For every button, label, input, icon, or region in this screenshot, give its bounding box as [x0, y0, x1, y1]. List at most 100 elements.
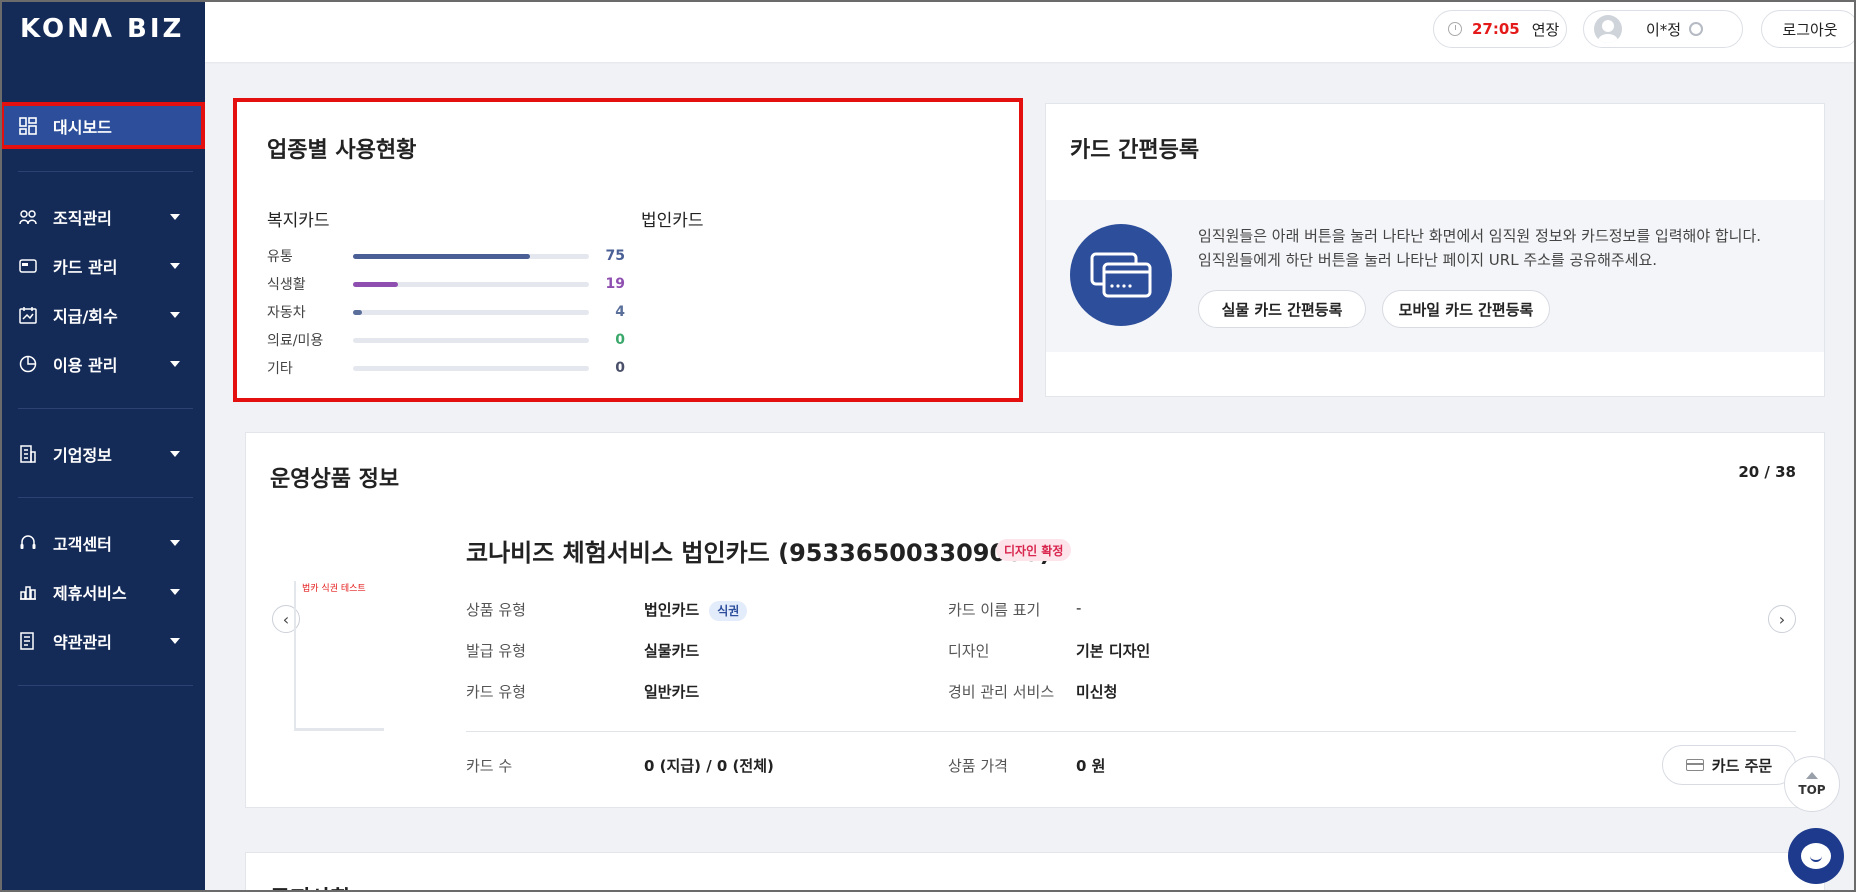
clock-icon: [1448, 22, 1462, 36]
design-label: 디자인: [948, 642, 990, 660]
chevron-down-icon: [170, 213, 180, 220]
product-type-text: 법인카드: [644, 601, 700, 619]
product-type-label: 상품 유형: [466, 601, 526, 619]
usage-icon: [18, 355, 38, 373]
category-name: 자동차: [267, 305, 306, 321]
sidebar: KONΛ BIZ 대시보드 조직관리 카드 관리 지급/회수 이용 관리 기업정…: [0, 0, 205, 892]
sidebar-item-label: 기업정보: [53, 445, 112, 465]
sidebar-divider: [18, 497, 193, 498]
usage-row: 식생활 19: [267, 275, 625, 293]
chevron-down-icon: [170, 588, 180, 595]
register-description-line: 임직원들은 아래 버튼을 눌러 나타난 화면에서 임직원 정보와 카드정보를 입…: [1198, 227, 1762, 245]
usage-bar-track: [353, 365, 589, 371]
mobile-card-register-button[interactable]: 모바일 카드 간편등록: [1382, 290, 1550, 328]
product-name: 코나비즈 체험서비스 법인카드 (953365003309000): [466, 539, 1051, 567]
card-type-label: 카드 유형: [466, 683, 526, 701]
expense-service-value: 미신청: [1076, 683, 1118, 701]
register-band: 임직원들은 아래 버튼을 눌러 나타난 화면에서 임직원 정보와 카드정보를 입…: [1046, 200, 1824, 352]
sidebar-item-label: 지급/회수: [53, 306, 118, 326]
usage-value: 0: [615, 360, 625, 376]
next-product-button[interactable]: ›: [1768, 605, 1796, 633]
category-name: 의료/미용: [267, 333, 324, 349]
card-count-label: 카드 수: [466, 757, 513, 775]
sidebar-item-company-info[interactable]: 기업정보: [0, 430, 205, 477]
sidebar-item-customer-center[interactable]: 고객센터: [0, 519, 205, 566]
price-value: 0 원: [1076, 757, 1106, 775]
card-type-value: 일반카드: [644, 683, 700, 701]
category-name: 식생활: [267, 277, 306, 293]
sidebar-item-terms[interactable]: 약관관리: [0, 617, 205, 664]
gear-icon[interactable]: [1689, 22, 1704, 36]
register-description: 임직원들은 아래 버튼을 눌러 나타난 화면에서 임직원 정보와 카드정보를 입…: [1198, 224, 1761, 272]
card-design-thumbnail: 법카 식권 테스트: [294, 581, 384, 731]
usage-value: 0: [615, 332, 625, 348]
sidebar-item-label: 제휴서비스: [53, 583, 127, 603]
thumbnail-label: 법카 식권 테스트: [302, 584, 366, 594]
card-order-button[interactable]: 카드 주문: [1662, 745, 1796, 785]
organization-icon: [18, 208, 38, 226]
chevron-down-icon: [170, 637, 180, 644]
usage-bar-fill: [353, 309, 363, 315]
sidebar-item-partner-service[interactable]: 제휴서비스: [0, 568, 205, 615]
logout-button[interactable]: 로그아웃: [1761, 10, 1856, 48]
category-name: 유통: [267, 249, 293, 265]
usage-bar-fill: [353, 281, 398, 287]
building-icon: [18, 444, 38, 463]
user-name: 이*정: [1646, 20, 1682, 39]
card-title: 업종별 사용현황: [267, 138, 417, 163]
notice-card: 공지사항: [245, 852, 1825, 892]
user-menu[interactable]: 이*정: [1583, 10, 1743, 48]
sidebar-divider: [18, 171, 193, 172]
chevron-down-icon: [170, 539, 180, 546]
design-value: 기본 디자인: [1076, 642, 1151, 660]
top-bar: 27:05 연장 이*정 로그아웃: [205, 0, 1856, 62]
sidebar-item-organization[interactable]: 조직관리: [0, 193, 205, 240]
session-timer[interactable]: 27:05 연장: [1433, 10, 1567, 48]
avatar: [1594, 15, 1622, 43]
sidebar-item-card-management[interactable]: 카드 관리: [0, 242, 205, 289]
usage-row: 유통 75: [267, 247, 625, 265]
sidebar-item-label: 조직관리: [53, 208, 112, 228]
product-info-card: 운영상품 정보 20 / 38 ‹ › 법카 식권 테스트 코나비즈 체험서비스…: [245, 432, 1825, 808]
industry-usage-card: 업종별 사용현황 복지카드 법인카드 유통 75 식생활 19 자동차 4 의료…: [233, 98, 1023, 402]
sidebar-item-usage[interactable]: 이용 관리: [0, 340, 205, 387]
issue-type-label: 발급 유형: [466, 642, 526, 660]
partner-icon: [18, 583, 38, 601]
sidebar-item-label: 이용 관리: [53, 355, 118, 375]
usage-bar-track: [353, 337, 589, 343]
chevron-down-icon: [170, 262, 180, 269]
welfare-card-label: 복지카드: [267, 211, 330, 231]
sidebar-item-dashboard[interactable]: 대시보드: [0, 102, 205, 149]
headset-icon: [18, 534, 38, 552]
usage-row: 자동차 4: [267, 303, 625, 321]
card-icon: [1685, 759, 1704, 771]
payment-icon: [18, 306, 38, 324]
product-type-value: 법인카드 식권: [644, 599, 748, 621]
card-register-illustration-icon: [1070, 224, 1172, 326]
sidebar-divider: [18, 408, 193, 409]
usage-bar-fill: [353, 253, 530, 259]
physical-card-register-button[interactable]: 실물 카드 간편등록: [1198, 290, 1366, 328]
brand-logo[interactable]: KONΛ BIZ: [20, 14, 184, 44]
chat-button[interactable]: [1788, 828, 1844, 884]
usage-value: 19: [605, 276, 625, 292]
status-badge: 디자인 확정: [996, 539, 1072, 561]
usage-bar-track: [353, 253, 589, 259]
dashboard-icon: [18, 116, 38, 135]
usage-value: 4: [615, 304, 625, 320]
usage-bar-track: [353, 309, 589, 315]
chevron-down-icon: [170, 450, 180, 457]
sidebar-item-payment[interactable]: 지급/회수: [0, 291, 205, 338]
chevron-down-icon: [170, 311, 180, 318]
chevron-right-icon: ›: [1778, 609, 1786, 629]
scroll-top-button[interactable]: TOP: [1784, 756, 1840, 812]
extend-button[interactable]: 연장: [1532, 19, 1560, 40]
usage-row: 기타 0: [267, 359, 625, 377]
product-page-count: 20 / 38: [1738, 463, 1796, 481]
register-description-line: 임직원들에게 하단 버튼을 눌러 나타난 페이지 URL 주소를 공유해주세요.: [1198, 251, 1658, 269]
name-display-value: -: [1076, 599, 1082, 617]
sidebar-item-label: 약관관리: [53, 632, 112, 652]
card-title: 카드 간편등록: [1070, 138, 1200, 163]
card-icon: [18, 257, 38, 275]
category-name: 기타: [267, 361, 293, 377]
